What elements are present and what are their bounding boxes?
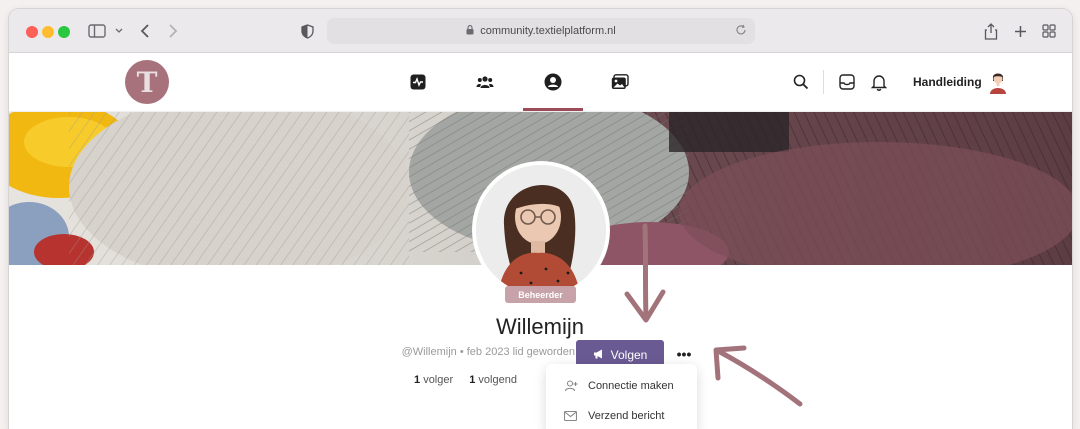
nav-gallery-icon[interactable]	[609, 71, 631, 93]
browser-window: community.textielplatform.nl T Handleidi…	[9, 9, 1072, 429]
nav-members-icon[interactable]	[474, 71, 496, 93]
following-count: 1	[469, 374, 476, 386]
chevron-down-icon[interactable]	[113, 20, 125, 42]
url-text: community.textielplatform.nl	[480, 25, 616, 37]
following-stat[interactable]: 1 volgend	[469, 374, 517, 386]
inbox-icon[interactable]	[837, 72, 857, 92]
send-message-menu-item[interactable]: Verzend bericht	[546, 402, 697, 429]
followers-count: 1	[414, 374, 421, 386]
forward-icon[interactable]	[165, 20, 181, 42]
share-icon[interactable]	[983, 20, 999, 42]
add-user-icon	[564, 380, 578, 392]
follow-label: Volgen	[610, 348, 648, 362]
profile-name: Willemijn	[496, 314, 584, 339]
address-bar[interactable]: community.textielplatform.nl	[327, 18, 755, 44]
minimize-window-button[interactable]	[42, 26, 54, 38]
header-divider	[823, 70, 824, 94]
site-logo[interactable]: T	[125, 60, 169, 104]
follow-stats: 1 volger 1 volgend	[414, 374, 517, 386]
zoom-window-button[interactable]	[58, 26, 70, 38]
more-options-dropdown: Connectie maken Verzend bericht	[546, 364, 697, 429]
profile-avatar[interactable]	[476, 165, 606, 295]
new-tab-icon[interactable]	[1012, 20, 1028, 42]
profile-meta: @Willemijn • feb 2023 lid geworden	[401, 346, 575, 358]
sidebar-toggle-icon[interactable]	[87, 20, 107, 42]
close-window-button[interactable]	[26, 26, 38, 38]
mail-icon	[564, 411, 578, 421]
role-badge: Beheerder	[505, 286, 576, 303]
followers-label: volger	[423, 374, 454, 386]
lock-icon	[466, 24, 474, 38]
bell-icon[interactable]	[869, 72, 889, 92]
nav-profile-icon[interactable]	[542, 71, 564, 93]
megaphone-icon	[593, 348, 605, 362]
send-message-menu-label: Verzend bericht	[588, 410, 665, 422]
user-avatar-icon[interactable]	[988, 69, 1008, 95]
handleiding-link[interactable]: Handleiding	[913, 75, 982, 89]
connect-menu-item[interactable]: Connectie maken	[546, 372, 697, 400]
back-icon[interactable]	[137, 20, 153, 42]
browser-toolbar: community.textielplatform.nl	[9, 9, 1072, 53]
connect-menu-label: Connectie maken	[588, 380, 674, 392]
tab-overview-icon[interactable]	[1041, 20, 1057, 42]
shield-icon[interactable]	[299, 20, 315, 42]
logo-letter: T	[136, 65, 158, 99]
following-label: volgend	[478, 374, 517, 386]
nav-activity-icon[interactable]	[407, 71, 429, 93]
followers-stat[interactable]: 1 volger	[414, 374, 453, 386]
search-icon[interactable]	[791, 72, 811, 92]
site-header: T Handleiding	[9, 53, 1072, 112]
active-nav-indicator	[523, 108, 583, 111]
reload-icon[interactable]	[735, 24, 747, 39]
